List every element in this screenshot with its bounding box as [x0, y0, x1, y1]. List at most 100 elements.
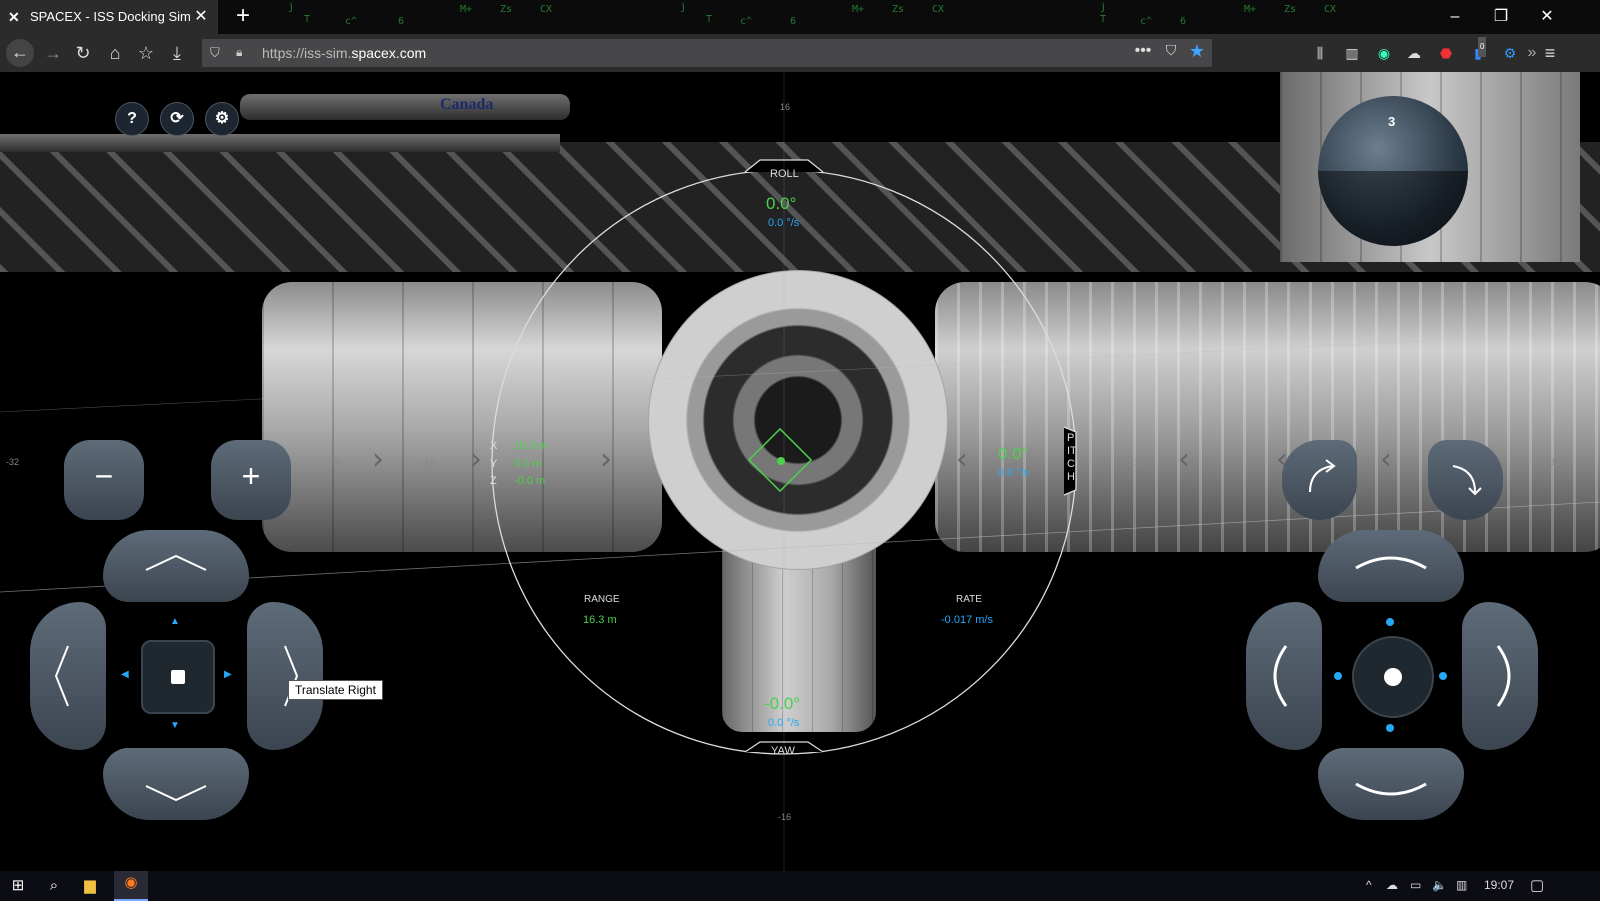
down-indicator-icon: ▼ [170, 720, 180, 731]
matrix-glyph: Zs [500, 4, 513, 15]
hamburger-menu-icon[interactable]: ≡ [1540, 43, 1560, 63]
notifications-icon[interactable]: ▢ [1530, 876, 1544, 894]
extension-adblock-icon[interactable]: ⬣ [1436, 43, 1456, 63]
clock-time[interactable]: 19:07 [1484, 878, 1514, 892]
yaw-rate: 0.0 °/s [768, 717, 800, 729]
browser-tab-active[interactable]: ✕ SPACEX - ISS Docking Simulator ✕ [0, 0, 218, 34]
rotation-right-indicator [1439, 672, 1447, 680]
zoom-in-button[interactable]: + [211, 440, 291, 520]
translate-down-button[interactable] [103, 748, 249, 820]
chevron-left-icon [54, 645, 69, 707]
matrix-glyph: Zs [1284, 4, 1297, 15]
browser-nav-bar: ← → ↻ ⌂ ☆ ⤓ ⛉ 🔒︎ https://iss-sim.spacex.… [0, 34, 1600, 72]
pitch-up-button[interactable] [1318, 530, 1464, 602]
pitch-down-button[interactable] [1318, 748, 1464, 820]
matrix-glyph: 6 [398, 16, 405, 27]
bookmark-star-icon[interactable]: ★ [1186, 41, 1208, 63]
chevron-right-icon: › [600, 442, 612, 477]
scale-tick: -20 [328, 457, 342, 467]
reload-icon[interactable]: ↻ [70, 40, 96, 66]
chevron-left-icon: ‹ [956, 442, 968, 477]
search-icon[interactable]: ⌕ [42, 874, 66, 898]
help-button[interactable]: ? [115, 102, 149, 136]
address-bar[interactable]: ⛉ 🔒︎ https://iss-sim.spacex.com ••• ⛉ ★ [202, 39, 1212, 67]
minus-icon: − [94, 458, 114, 494]
y-axis-value: 0.0 m [514, 458, 542, 470]
extension-vpn-icon[interactable]: ◉ [1374, 43, 1394, 63]
right-indicator-icon: ▶ [224, 669, 232, 680]
yaw-right-arc-icon [1496, 645, 1511, 707]
network-icon[interactable]: ▥ [1456, 878, 1467, 892]
tracking-shield-icon[interactable]: ⛉ [210, 45, 224, 61]
maximize-button[interactable]: ❐ [1478, 3, 1524, 31]
download-icon[interactable]: ⤓ [164, 40, 190, 66]
horizon-line-secondary [0, 331, 1600, 413]
close-window-button[interactable]: ✕ [1524, 3, 1570, 31]
lock-icon[interactable]: 🔒︎ [236, 45, 250, 61]
rotation-center-button[interactable] [1352, 636, 1434, 718]
minimize-button[interactable]: – [1432, 3, 1478, 31]
file-explorer-icon[interactable]: ▆ [78, 874, 102, 898]
tab-title: SPACEX - ISS Docking Simulator [30, 9, 190, 24]
yaw-left-button[interactable] [1246, 602, 1322, 750]
roll-angle: 0.0° [766, 194, 797, 213]
page-actions-menu-icon[interactable]: ••• [1132, 42, 1154, 64]
rotate-cw-icon [1452, 465, 1476, 493]
library-icon[interactable]: ⫼ [1310, 43, 1330, 63]
chevron-down-icon [145, 785, 207, 802]
translate-stop-button[interactable] [141, 640, 215, 714]
roll-left-button[interactable] [1282, 440, 1357, 520]
windows-taskbar: ⊞ ⌕ ▆ ◉ ^ ☁ ▭ 🔈 ▥ 19:07 ▢ [0, 871, 1600, 901]
translate-up-button[interactable] [103, 530, 249, 602]
sidebar-icon[interactable]: ▥ [1342, 43, 1362, 63]
new-tab-button[interactable]: + [230, 3, 256, 29]
rate-value: -0.017 m/s [941, 614, 993, 626]
simulator-viewport[interactable]: Canada 3 ? ⟳ ⚙ 16 -16 -32 -20 -16 16 20 [0, 72, 1600, 871]
matrix-glyph: T [304, 14, 311, 25]
left-indicator-icon: ◀ [121, 669, 129, 680]
translate-left-button[interactable] [30, 602, 106, 750]
roll-label: ROLL [770, 168, 799, 180]
back-arrow-icon[interactable]: ← [6, 39, 34, 67]
matrix-glyph: c^ [345, 16, 358, 27]
pitch-rate: 0.0 °/s [998, 467, 1030, 479]
matrix-glyph: c^ [740, 16, 753, 27]
matrix-glyph: j [288, 2, 295, 13]
matrix-glyph: c^ [1140, 16, 1153, 27]
spacex-x-icon: ✕ [8, 9, 20, 25]
overflow-chevron-icon[interactable]: » [1522, 43, 1542, 63]
onedrive-icon[interactable]: ☁ [1386, 878, 1398, 892]
range-value: 16.3 m [583, 614, 617, 626]
roll-right-button[interactable] [1428, 440, 1503, 520]
extension-badge-icon[interactable]: ▮0 [1468, 37, 1488, 63]
rotation-left-indicator [1334, 672, 1342, 680]
x-axis-value: 16.3 m [514, 440, 548, 452]
forward-arrow-icon[interactable]: → [40, 40, 66, 66]
pocket-icon[interactable]: ⛉ [1160, 42, 1182, 64]
extension-puzzle-icon[interactable]: ☆ [133, 40, 159, 66]
yaw-right-button[interactable] [1462, 602, 1538, 750]
matrix-glyph: M+ [852, 4, 865, 15]
windows-start-icon[interactable]: ⊞ [6, 874, 30, 898]
extension-cloud-icon[interactable]: ☁ [1404, 43, 1424, 63]
tab-close-icon[interactable]: ✕ [192, 6, 210, 26]
home-icon[interactable]: ⌂ [102, 40, 128, 66]
firefox-taskbar-icon[interactable]: ◉ [114, 871, 148, 901]
tray-overflow-icon[interactable]: ^ [1366, 878, 1372, 892]
z-axis-value: -0.0 m [514, 475, 546, 487]
yaw-left-arc-icon [1273, 645, 1288, 707]
translate-right-button[interactable] [247, 602, 323, 750]
extension-settings-icon[interactable]: ⚙ [1500, 43, 1520, 63]
battery-icon[interactable]: ▭ [1410, 878, 1421, 892]
x-axis-label: X [490, 440, 498, 452]
volume-icon[interactable]: 🔈 [1432, 878, 1447, 892]
matrix-glyph: M+ [460, 4, 473, 15]
rotation-center-dot-icon [1384, 668, 1402, 686]
y-axis-label: Y [490, 458, 498, 470]
settings-gear-button[interactable]: ⚙ [205, 102, 239, 136]
zoom-out-button[interactable]: − [64, 440, 144, 520]
url-text[interactable]: https://iss-sim.spacex.com [262, 45, 426, 61]
matrix-glyph: j [680, 2, 687, 13]
reset-button[interactable]: ⟳ [160, 102, 194, 136]
chevron-left-icon: ‹ [1380, 442, 1392, 477]
